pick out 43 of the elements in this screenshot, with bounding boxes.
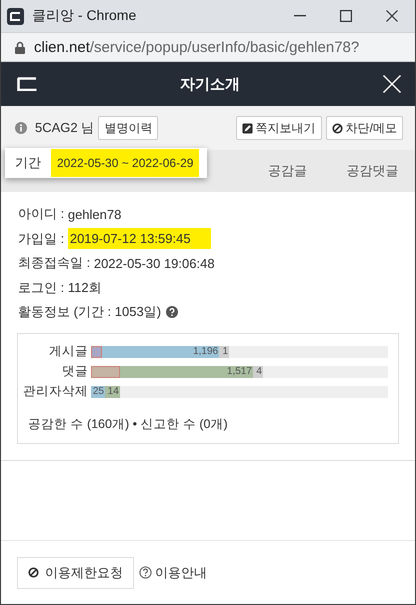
tab[interactable]: 공감댓글 xyxy=(330,150,415,192)
help-icon[interactable] xyxy=(166,306,178,318)
info-label: 가입일 : xyxy=(18,230,66,248)
close-icon[interactable] xyxy=(386,10,398,22)
count-bar: 1 xyxy=(219,346,230,358)
count-bar: 14 xyxy=(104,386,120,398)
stat-label: 관리자삭제 xyxy=(22,383,89,400)
activity-title: 활동정보 (기간 : 1053일) xyxy=(18,303,162,322)
stat-label: 게시글 xyxy=(48,343,89,360)
help-icon xyxy=(139,566,152,579)
ban-icon xyxy=(332,122,343,134)
minimize-icon[interactable] xyxy=(294,15,306,17)
user-nickname: 5CAG2 님 xyxy=(35,119,94,137)
send-message-button[interactable]: 쪽지보내기 xyxy=(236,116,322,140)
info-value: 2019-07-12 13:59:45 xyxy=(68,228,211,250)
site-logo-icon[interactable] xyxy=(17,77,37,91)
info-value: 2022-05-30 19:06:48 xyxy=(94,256,215,271)
info-value: gehlen78 xyxy=(68,206,122,222)
info-label: 아이디 : xyxy=(18,205,66,224)
summary-text: 공감한 수 (160개) • 신고한 수 (0개) xyxy=(28,416,229,432)
info-value: 112회 xyxy=(68,278,102,297)
window-title: 클리앙 - Chrome xyxy=(32,7,138,25)
info-label: 로그인 : xyxy=(18,278,66,297)
app-logo-icon xyxy=(7,8,24,24)
block-memo-button[interactable]: 차단/메모 xyxy=(326,116,403,140)
count-bar: 1,517 xyxy=(120,366,253,378)
count-bar: 1,196 xyxy=(102,346,220,358)
period-range: 2022-05-30 ~ 2022-06-29 xyxy=(51,149,200,177)
period-label: 기간 xyxy=(14,154,42,172)
count-bar: 25 xyxy=(91,386,105,398)
lock-icon xyxy=(15,40,25,54)
maximize-icon[interactable] xyxy=(340,10,352,22)
nickname-history-button[interactable]: 별명이력 xyxy=(98,116,158,140)
restriction-request-button[interactable]: 이용제한요청 xyxy=(17,556,134,588)
tab[interactable]: 공감글 xyxy=(245,150,330,192)
ban-icon xyxy=(28,567,39,578)
count-bar: 4 xyxy=(252,366,263,378)
info-icon xyxy=(15,122,27,134)
edit-icon xyxy=(242,122,253,134)
info-label: 최종접속일 : xyxy=(18,254,92,272)
popup-title: 자기소개 xyxy=(180,74,240,94)
stat-label: 댓글 xyxy=(61,363,89,380)
guide-link[interactable]: 이용안내 xyxy=(139,564,207,582)
